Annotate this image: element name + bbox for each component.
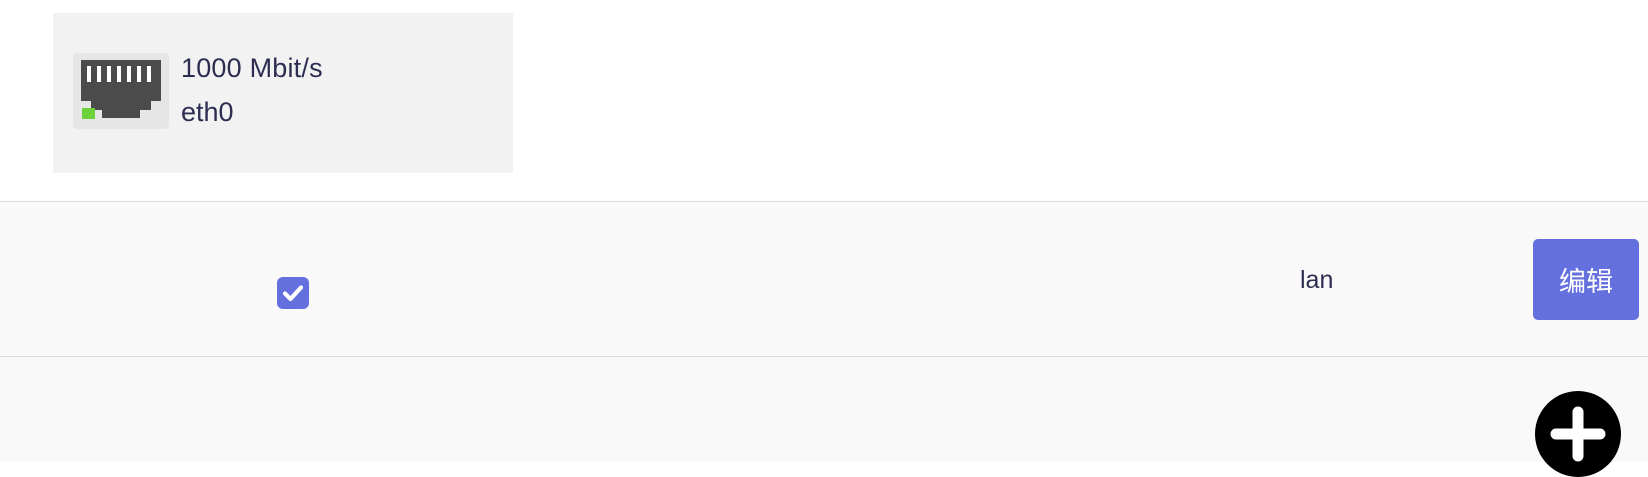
ethernet-port-icon xyxy=(73,53,169,129)
port-speed: 1000 Mbit/s xyxy=(181,53,323,83)
checkmark-icon xyxy=(282,285,304,302)
port-card[interactable]: 1000 Mbit/s eth0 xyxy=(53,13,513,173)
interface-checkbox[interactable] xyxy=(277,277,309,309)
add-row xyxy=(0,357,1648,477)
plus-circle-icon[interactable] xyxy=(1535,391,1621,477)
table-row: lan 编辑 xyxy=(0,201,1648,357)
port-name: eth0 xyxy=(181,97,234,127)
port-status-area: 1000 Mbit/s eth0 xyxy=(0,0,1648,201)
zone-label: lan xyxy=(1300,266,1334,294)
edit-button[interactable]: 编辑 xyxy=(1533,239,1639,320)
